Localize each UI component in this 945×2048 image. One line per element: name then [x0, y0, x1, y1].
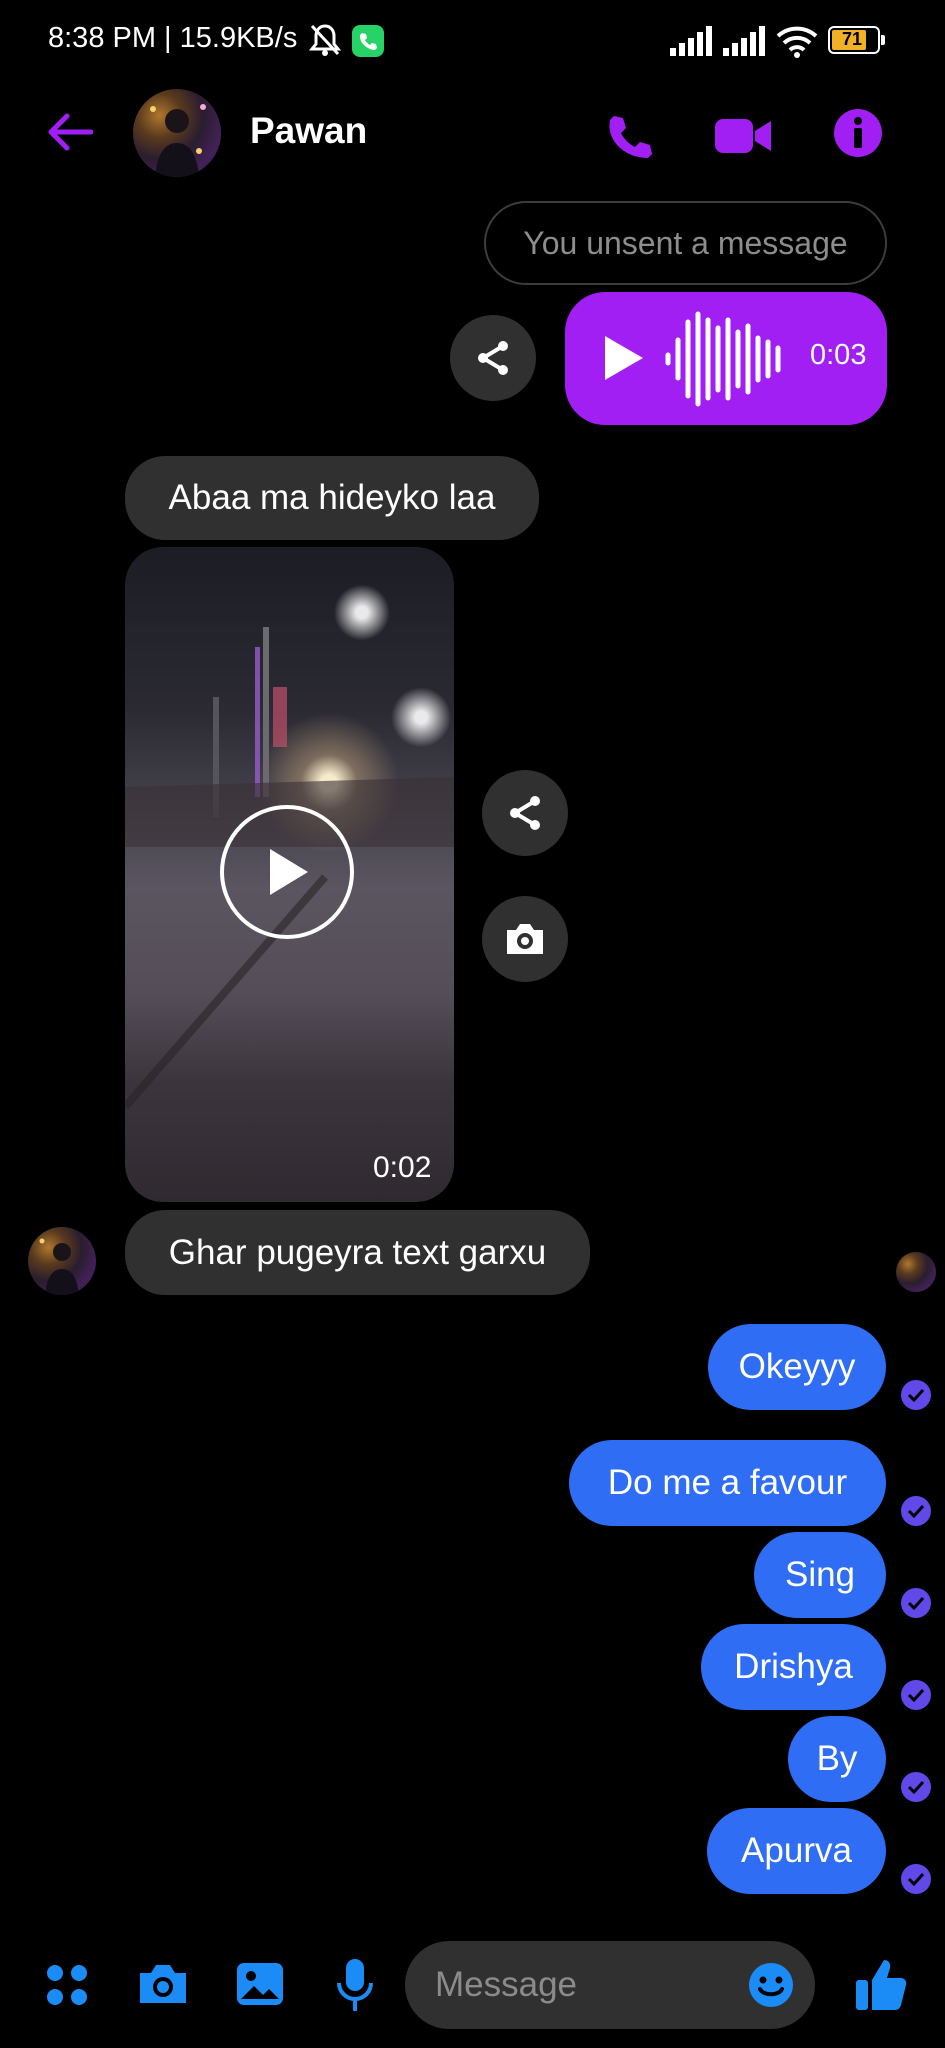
microphone-icon[interactable] — [330, 1956, 380, 2014]
outgoing-message-4[interactable]: Drishya — [701, 1624, 886, 1710]
audio-call-icon[interactable] — [600, 108, 656, 164]
message-placeholder: Message — [435, 1965, 578, 2004]
camera-icon[interactable] — [134, 1958, 192, 2010]
like-thumbs-up-icon[interactable] — [852, 1954, 910, 2014]
seen-check-icon — [901, 1496, 931, 1526]
outgoing-message-2[interactable]: Do me a favour — [569, 1440, 886, 1526]
emoji-icon[interactable] — [746, 1960, 796, 2010]
video-call-icon[interactable] — [712, 108, 774, 164]
sender-avatar[interactable] — [28, 1227, 96, 1295]
voice-duration: 0:03 — [810, 339, 867, 371]
waveform-icon — [665, 310, 789, 413]
share-voice-button[interactable] — [450, 315, 536, 401]
gallery-icon[interactable] — [232, 1958, 288, 2010]
play-voice-icon[interactable] — [603, 334, 645, 387]
outgoing-message-3[interactable]: Sing — [754, 1532, 886, 1618]
play-video-icon[interactable] — [220, 805, 354, 939]
outgoing-message-5[interactable]: By — [788, 1716, 886, 1802]
seen-by-avatar — [896, 1252, 936, 1292]
status-time: 8:38 PM | 15.9KB/s — [48, 22, 298, 54]
share-video-button[interactable] — [482, 770, 568, 856]
contact-avatar[interactable] — [133, 89, 221, 177]
battery-icon: 71 — [828, 26, 885, 54]
voice-message-bubble[interactable]: 0:03 — [565, 292, 887, 425]
incoming-message-2[interactable]: Ghar pugeyra text garxu — [125, 1210, 590, 1295]
incoming-video[interactable]: 0:02 — [125, 547, 454, 1202]
signal-icon-1 — [670, 26, 714, 61]
seen-check-icon — [901, 1680, 931, 1710]
battery-level: 71 — [842, 29, 863, 49]
menu-dots-icon[interactable] — [42, 1960, 92, 2010]
save-video-camera-button[interactable] — [482, 896, 568, 982]
signal-icon-2 — [723, 26, 767, 61]
video-duration: 0:02 — [373, 1151, 432, 1184]
outgoing-message-6[interactable]: Apurva — [707, 1808, 886, 1894]
seen-check-icon — [901, 1864, 931, 1894]
mute-bell-icon — [308, 22, 342, 63]
incoming-message-1[interactable]: Abaa ma hideyko laa — [125, 456, 539, 540]
contact-name[interactable]: Pawan — [250, 110, 367, 152]
seen-check-icon — [901, 1588, 931, 1618]
seen-check-icon — [901, 1380, 931, 1410]
whatsapp-call-icon — [352, 25, 384, 57]
info-icon[interactable] — [832, 107, 884, 159]
wifi-icon — [776, 24, 818, 63]
outgoing-message-1[interactable]: Okeyyy — [708, 1324, 886, 1410]
back-arrow-icon[interactable] — [40, 106, 98, 158]
seen-check-icon — [901, 1772, 931, 1802]
unsent-message-notice: You unsent a message — [484, 201, 887, 285]
